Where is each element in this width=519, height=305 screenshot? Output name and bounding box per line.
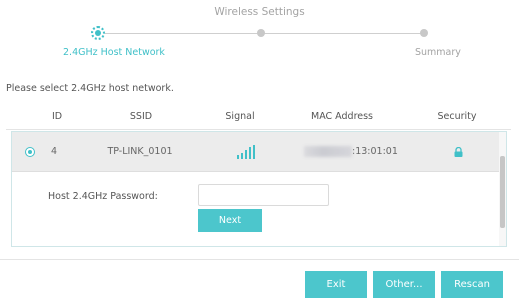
- lock-icon: [454, 147, 463, 157]
- instruction-text: Please select 2.4GHz host network.: [6, 83, 174, 94]
- table-header: ID SSID Signal MAC Address Security: [6, 104, 511, 130]
- step-indicator-current: [91, 26, 105, 40]
- next-button[interactable]: Next: [198, 209, 262, 232]
- wizard-title: Wireless Settings: [214, 6, 305, 18]
- network-ssid: TP-LINK_0101: [107, 146, 173, 157]
- network-list: 4 TP-LINK_0101 :13:01:01 Host 2.4GHz Pas…: [11, 131, 507, 247]
- table-row[interactable]: 4 TP-LINK_0101 :13:01:01: [12, 132, 506, 172]
- network-id: 4: [50, 146, 58, 157]
- step-connector-1: [98, 33, 260, 34]
- other-button[interactable]: Other...: [373, 271, 435, 298]
- signal-strength-icon: [237, 145, 255, 159]
- rescan-button[interactable]: Rescan: [441, 271, 503, 298]
- column-header-ssid: SSID: [129, 111, 153, 122]
- host-password-input[interactable]: [198, 184, 329, 206]
- wireless-settings-wizard: Wireless Settings 2.4GHz Host Network Su…: [0, 0, 519, 305]
- mac-address-suffix: :13:01:01: [352, 146, 398, 157]
- step-indicator-3: [420, 29, 428, 37]
- column-header-mac-address: MAC Address: [310, 111, 374, 122]
- step-indicator-2: [257, 29, 265, 37]
- password-label: Host 2.4GHz Password:: [48, 191, 158, 202]
- step-connector-2: [262, 33, 424, 34]
- column-header-security: Security: [437, 111, 477, 122]
- mac-address-redaction: [304, 146, 352, 157]
- network-mac-address: :13:01:01: [304, 146, 398, 157]
- exit-button[interactable]: Exit: [305, 271, 367, 298]
- step-label-summary: Summary: [415, 47, 461, 58]
- step-label-host-network: 2.4GHz Host Network: [63, 47, 165, 58]
- column-header-id: ID: [51, 111, 63, 122]
- column-header-signal: Signal: [225, 111, 255, 122]
- footer-divider: [0, 259, 519, 260]
- list-scrollbar-thumb[interactable]: [500, 156, 505, 228]
- network-radio-button[interactable]: [25, 147, 35, 157]
